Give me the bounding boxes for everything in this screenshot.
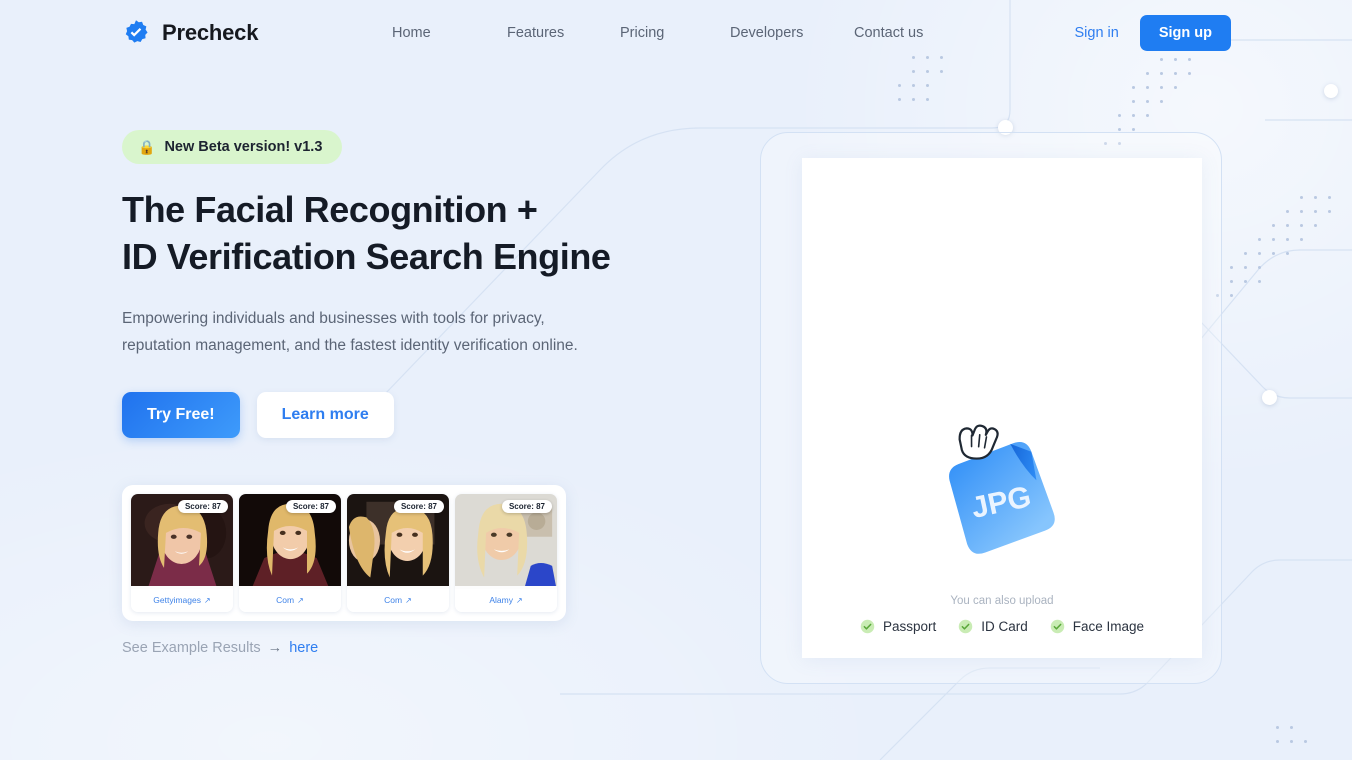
result-card[interactable]: Score: 87 Com ↗ [239, 493, 341, 612]
hero-cta-row: Try Free! Learn more [122, 391, 742, 438]
result-source-link[interactable]: Com ↗ [239, 588, 341, 612]
score-badge: Score: 87 [501, 499, 552, 513]
result-photo: Score: 87 [239, 493, 341, 589]
auth-actions: Sign in Sign up [1074, 15, 1231, 51]
headline-line-2: ID Verification Search Engine [122, 235, 611, 277]
result-card[interactable]: Score: 87 Alamy ↗ [455, 493, 557, 612]
nav-item-features[interactable]: Features [507, 25, 620, 41]
green-check-icon [958, 619, 973, 634]
result-source-link[interactable]: Gettyimages ↗ [131, 588, 233, 612]
result-source-label: Gettyimages [153, 595, 201, 606]
result-card[interactable]: Score: 87 Com ↗ [347, 493, 449, 612]
subtitle-line-2: reputation management, and the fastest i… [122, 337, 578, 355]
nav-item-contact-us[interactable]: Contact us [854, 25, 923, 41]
sign-in-link[interactable]: Sign in [1074, 25, 1118, 41]
result-source-link[interactable]: Com ↗ [347, 588, 449, 612]
page-title: The Facial Recognition + ID Verification… [122, 187, 742, 281]
try-free-button[interactable]: Try Free! [122, 391, 240, 438]
beta-version-badge[interactable]: 🔒 New Beta version! v1.3 [122, 130, 343, 164]
external-link-icon: ↗ [515, 595, 523, 605]
jpg-file-graphic: JPG [944, 424, 1060, 559]
upload-type-id-card[interactable]: ID Card [958, 619, 1028, 634]
upload-type-label: Face Image [1072, 619, 1145, 634]
main-navigation: Home Features Pricing Developers Contact… [392, 25, 923, 41]
example-results-prefix: See Example Results [122, 639, 261, 656]
lock-icon: 🔒 [138, 139, 156, 155]
result-source-label: Alamy [489, 595, 513, 606]
site-header: Precheck Home Features Pricing Developer… [0, 0, 1352, 66]
external-link-icon: ↗ [405, 595, 412, 605]
external-link-icon: ↗ [204, 595, 211, 605]
score-badge: Score: 87 [177, 499, 228, 513]
green-check-icon [1050, 619, 1064, 634]
result-photo: Score: 87 [455, 493, 557, 589]
upload-type-label: ID Card [981, 619, 1028, 634]
result-source-label: Com [384, 595, 403, 606]
score-badge: Score: 87 [285, 499, 336, 513]
upload-type-list: Passport ID Card Face Image [860, 619, 1144, 634]
upload-hint-text: You can also upload [950, 595, 1054, 607]
verified-badge-icon [125, 20, 148, 43]
connector-node-dot [1262, 390, 1277, 405]
upload-type-label: Passport [882, 619, 937, 634]
hero-content: 🔒 New Beta version! v1.3 The Facial Reco… [122, 130, 742, 656]
result-photo: Score: 87 [131, 493, 233, 589]
example-results-line: See Example Results → here [122, 640, 742, 656]
beta-badge-label: New Beta version! v1.3 [164, 139, 323, 155]
nav-item-pricing[interactable]: Pricing [620, 25, 730, 41]
result-source-link[interactable]: Alamy ↗ [455, 588, 557, 612]
brand-logo[interactable]: Precheck [122, 19, 258, 47]
hero-subtitle: Empowering individuals and businesses wi… [122, 305, 702, 360]
arrow-right-icon: → [267, 639, 283, 656]
brand-name: Precheck [162, 20, 259, 45]
example-results-link[interactable]: here [289, 640, 318, 656]
green-check-icon [860, 619, 875, 634]
result-source-label: Com [276, 595, 295, 606]
learn-more-button[interactable]: Learn more [256, 391, 394, 438]
score-badge: Score: 87 [393, 499, 444, 513]
headline-line-1: The Facial Recognition + [122, 189, 538, 230]
subtitle-line-1: Empowering individuals and businesses wi… [122, 309, 545, 327]
connector-node-dot [1324, 84, 1338, 98]
external-link-icon: ↗ [297, 595, 304, 605]
example-results-strip: Score: 87 Gettyimages ↗ Score: 87 Com ↗ … [122, 484, 566, 621]
nav-item-developers[interactable]: Developers [730, 25, 854, 41]
upload-type-face-image[interactable]: Face Image [1050, 619, 1144, 634]
sign-up-button[interactable]: Sign up [1139, 15, 1231, 51]
result-photo: Score: 87 [347, 493, 449, 589]
upload-type-passport[interactable]: Passport [860, 619, 936, 634]
jpg-file-icon: JPG [922, 420, 1082, 580]
nav-item-home[interactable]: Home [392, 25, 507, 41]
upload-panel[interactable]: JPG You can also upload Passport ID Card [802, 158, 1202, 658]
result-card[interactable]: Score: 87 Gettyimages ↗ [131, 493, 233, 612]
